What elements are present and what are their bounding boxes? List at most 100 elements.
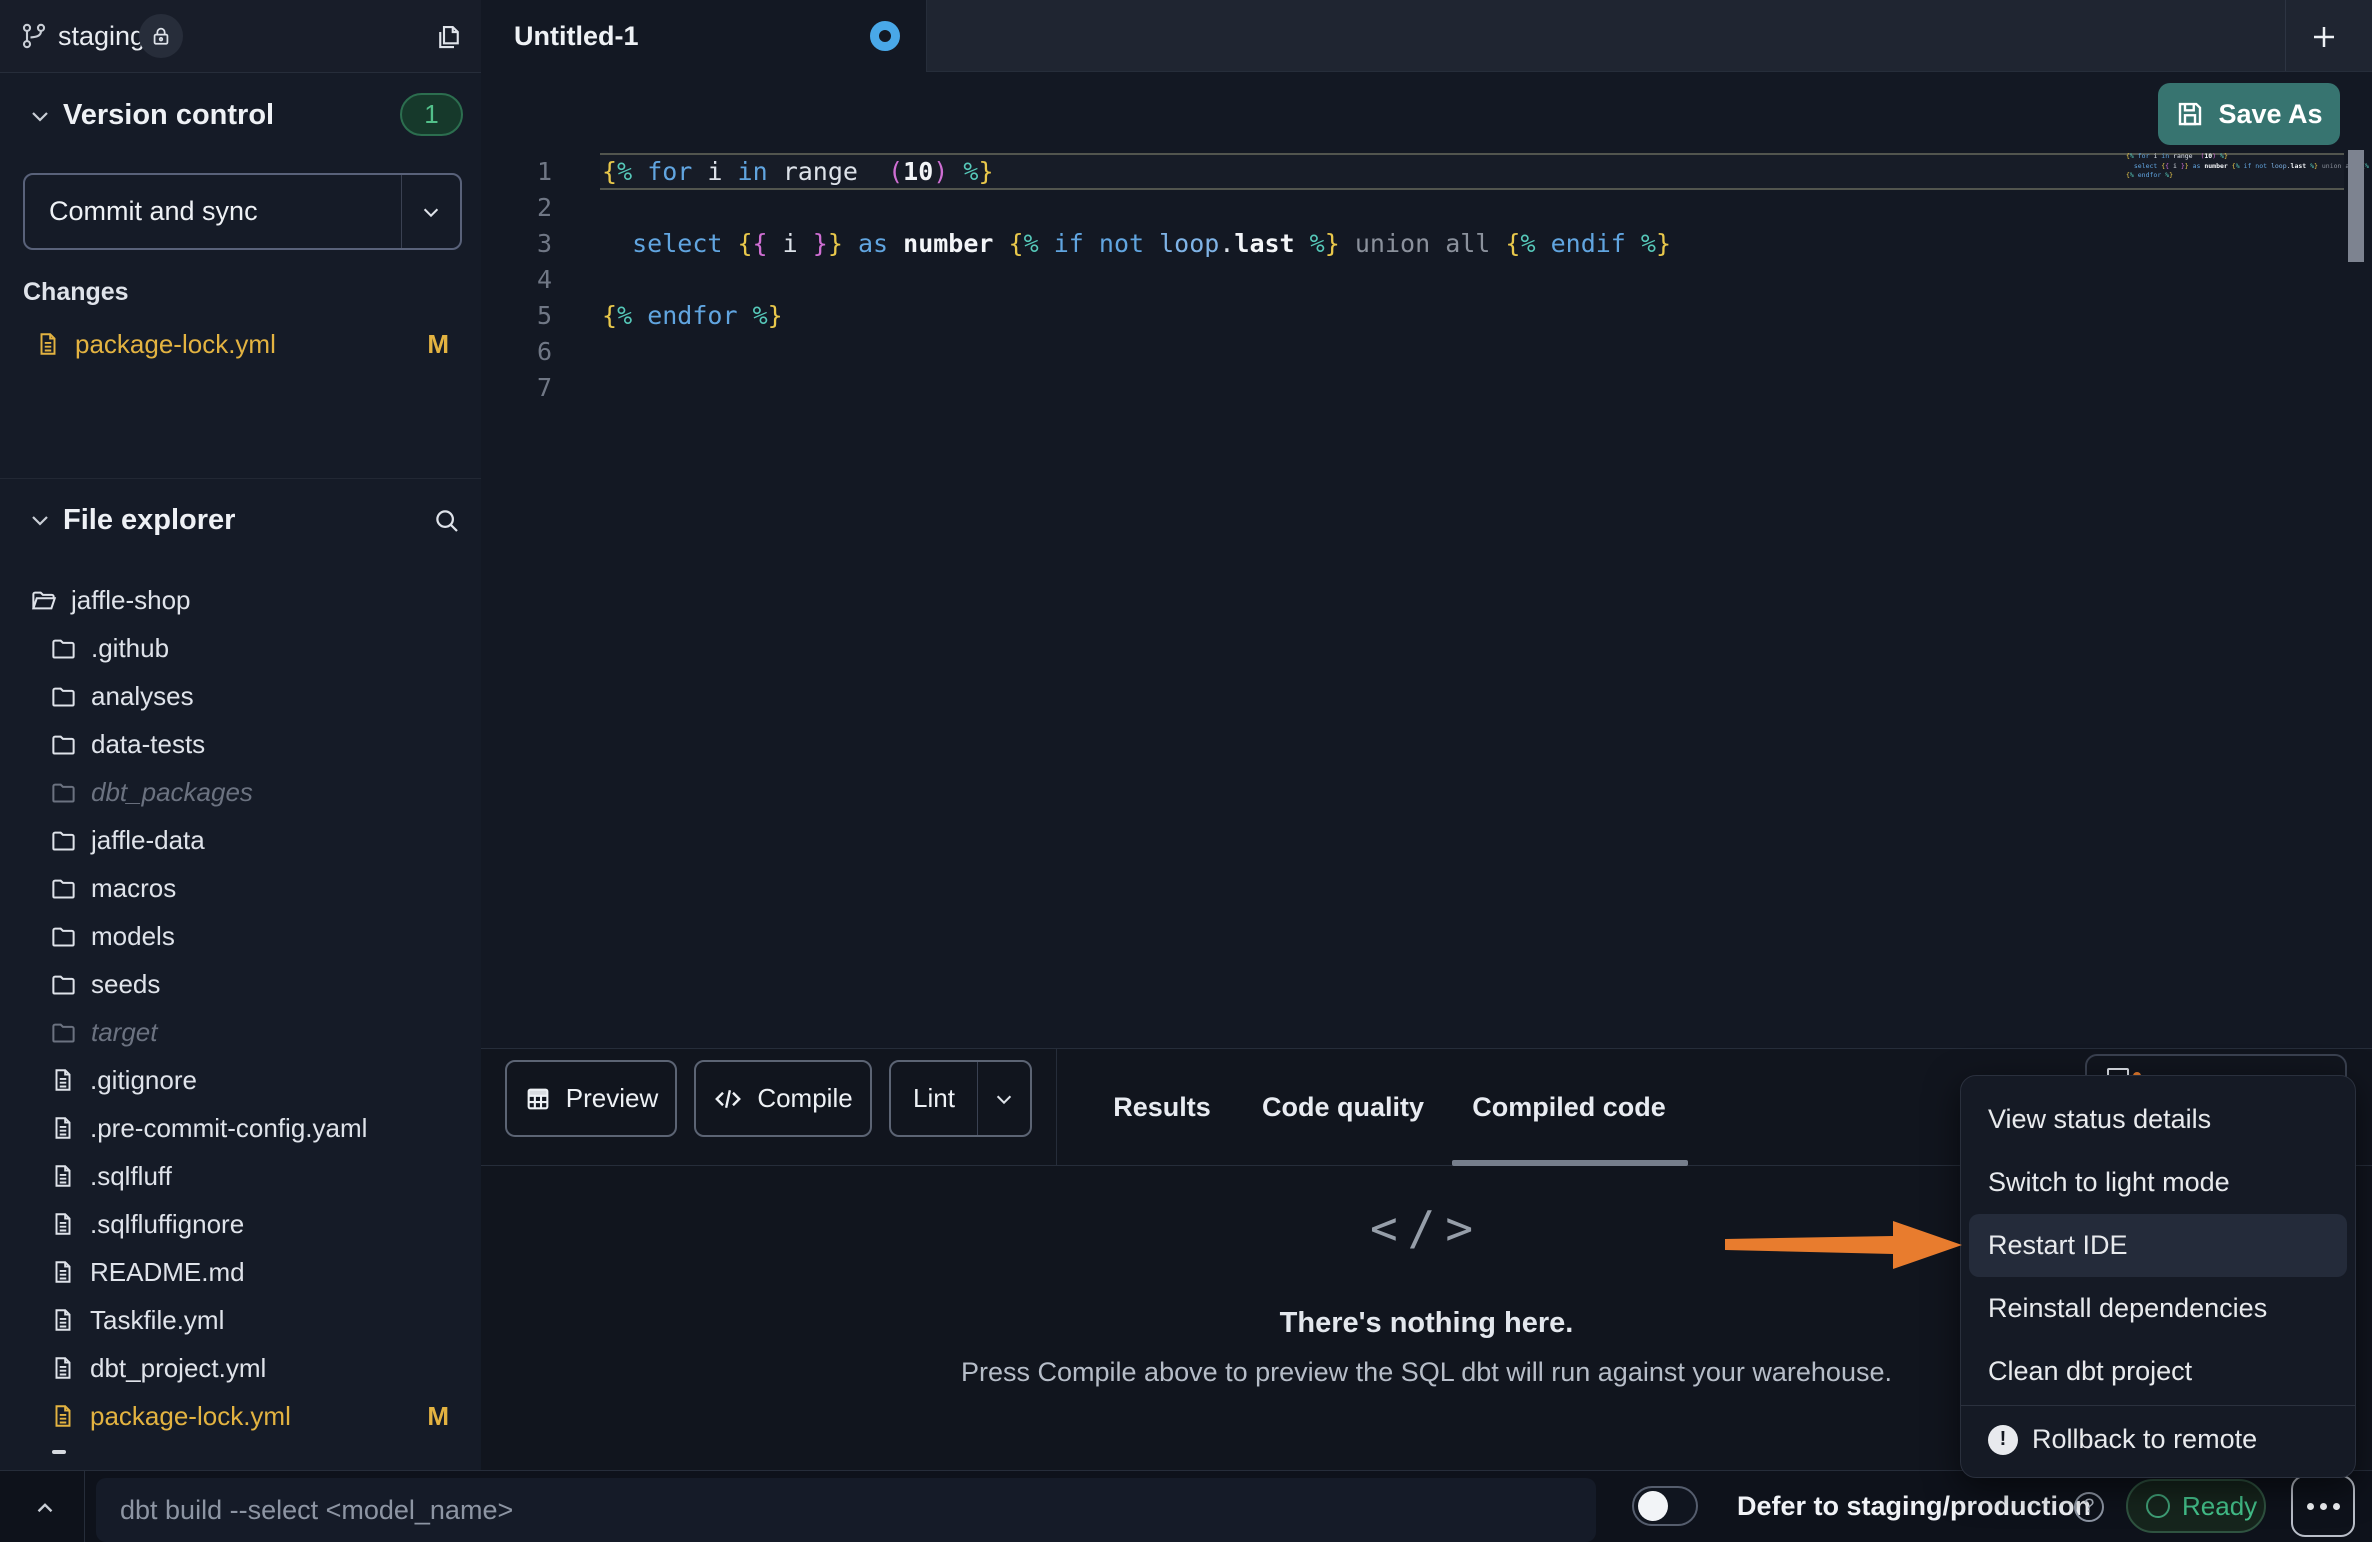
code-editor[interactable]: Save As 1 {% for i in range (10) %} 2 3 sel… <box>481 72 2372 1048</box>
ide-options-menu: View status detailsSwitch to light modeR… <box>1960 1075 2356 1478</box>
tree-file-Taskfile.yml[interactable]: Taskfile.yml <box>0 1296 481 1344</box>
alert-icon: ! <box>1988 1425 2018 1455</box>
lint-button[interactable]: Lint <box>889 1060 1032 1137</box>
more-options-button[interactable] <box>2291 1475 2355 1537</box>
tree-item-label: target <box>91 1017 158 1048</box>
tree-folder-dbt_packages[interactable]: dbt_packages <box>0 768 481 816</box>
tree-folder-.github[interactable]: .github <box>0 624 481 672</box>
code-line-6[interactable]: 6 <box>481 333 2341 369</box>
tree-item-label: README.md <box>90 1257 245 1288</box>
status-ready-badge[interactable]: Ready <box>2126 1479 2266 1533</box>
code-line-5[interactable]: 5 {% endfor %} <box>481 297 2341 333</box>
tab-untitled-1[interactable]: Untitled-1 <box>481 0 927 72</box>
tabbar-divider <box>2285 0 2286 71</box>
modified-badge: M <box>427 329 449 360</box>
tree-file-dbt_project.yml[interactable]: dbt_project.yml <box>0 1344 481 1392</box>
minimap[interactable]: {% for i in range (10) %} select {{ i }}… <box>2126 152 2344 181</box>
file-icon <box>50 1403 76 1429</box>
menu-item-view-status-details[interactable]: View status details <box>1961 1088 2355 1151</box>
chevron-down-icon[interactable] <box>402 175 460 248</box>
line-number: 6 <box>481 337 552 366</box>
tree-file-.pre-commit-config.yaml[interactable]: .pre-commit-config.yaml <box>0 1104 481 1152</box>
code-line-2[interactable]: 2 <box>481 189 2341 225</box>
menu-item-reinstall-dependencies[interactable]: Reinstall dependencies <box>1961 1277 2355 1340</box>
tree-folder-analyses[interactable]: analyses <box>0 672 481 720</box>
tree-file-package-lock.yml[interactable]: package-lock.ymlM <box>0 1392 481 1440</box>
ready-circle-icon <box>2146 1494 2170 1518</box>
panel-tab-compiled-code[interactable]: Compiled code <box>1472 1049 1666 1165</box>
save-as-button[interactable]: Save As <box>2158 83 2340 145</box>
tree-item-label: macros <box>91 873 176 904</box>
folder-icon <box>50 1019 77 1046</box>
tree-folder-jaffle-data[interactable]: jaffle-data <box>0 816 481 864</box>
code-line-1[interactable]: 1 {% for i in range (10) %} <box>481 153 2341 189</box>
chevron-down-icon[interactable] <box>978 1062 1030 1135</box>
tree-folder-macros[interactable]: macros <box>0 864 481 912</box>
defer-toggle[interactable] <box>1632 1486 1698 1526</box>
tree-file-.sqlfluffignore[interactable]: .sqlfluffignore <box>0 1200 481 1248</box>
tree-item-label: dbt_project.yml <box>90 1353 266 1384</box>
line-number: 5 <box>481 301 552 330</box>
tree-file-.gitignore[interactable]: .gitignore <box>0 1056 481 1104</box>
line-number: 2 <box>481 193 552 222</box>
section-divider <box>0 478 481 479</box>
chevron-up-icon[interactable] <box>30 1493 60 1523</box>
compile-button[interactable]: Compile <box>694 1060 872 1137</box>
unsaved-dot-icon[interactable] <box>870 21 900 51</box>
search-icon[interactable] <box>428 502 466 540</box>
lint-label: Lint <box>891 1083 977 1114</box>
folder-icon <box>50 731 77 758</box>
code-line-4[interactable]: 4 <box>481 261 2341 297</box>
tree-folder-seeds[interactable]: seeds <box>0 960 481 1008</box>
panel-tab-code-quality[interactable]: Code quality <box>1262 1049 1424 1165</box>
tree-item-label: package-lock.yml <box>90 1401 291 1432</box>
menu-item-restart-ide[interactable]: Restart IDE <box>1969 1214 2347 1277</box>
tree-item-label: .github <box>91 633 169 664</box>
tree-item-label: jaffle-data <box>91 825 205 856</box>
new-tab-button[interactable] <box>2303 16 2345 58</box>
commit-and-sync-button[interactable]: Commit and sync <box>23 173 462 250</box>
menu-item-rollback-to-remote[interactable]: ! Rollback to remote <box>1961 1408 2355 1471</box>
line-number: 7 <box>481 373 552 402</box>
tree-item-label: Taskfile.yml <box>90 1305 224 1336</box>
file-explorer-header[interactable]: File explorer <box>0 490 481 550</box>
code-line-7[interactable]: 7 <box>481 369 2341 405</box>
branch-lock-icon <box>139 14 183 58</box>
command-placeholder: dbt build --select <model_name> <box>96 1495 513 1526</box>
code-line-3[interactable]: 3 select {{ i }} as number {% if not loo… <box>481 225 2341 261</box>
line-number: 1 <box>481 157 552 186</box>
changed-file-row[interactable]: package-lock.yml M <box>0 320 481 368</box>
copy-icon[interactable] <box>430 18 468 56</box>
menu-item-switch-to-light-mode[interactable]: Switch to light mode <box>1961 1151 2355 1214</box>
minimap-line: {% endfor %} <box>2126 171 2344 181</box>
branch-name[interactable]: staging <box>58 0 145 72</box>
menu-item-clean-dbt-project[interactable]: Clean dbt project <box>1961 1340 2355 1403</box>
preview-button[interactable]: Preview <box>505 1060 677 1137</box>
tree-folder-target[interactable]: target <box>0 1008 481 1056</box>
tree-folder-models[interactable]: models <box>0 912 481 960</box>
help-icon[interactable]: ? <box>2074 1492 2104 1522</box>
line-number: 3 <box>481 229 552 258</box>
code-text: {% endfor %} <box>602 301 783 330</box>
tree-item-label: models <box>91 921 175 952</box>
command-input[interactable]: dbt build --select <model_name> <box>96 1478 1596 1542</box>
save-icon <box>2175 99 2205 129</box>
minimap-line: {% for i in range (10) %} <box>2126 152 2344 162</box>
version-control-header[interactable]: Version control 1 <box>0 80 481 150</box>
line-number: 4 <box>481 265 552 294</box>
panel-tab-results[interactable]: Results <box>1113 1049 1211 1165</box>
tree-file-README.md[interactable]: README.md <box>0 1248 481 1296</box>
file-icon <box>50 1307 76 1333</box>
annotation-arrow <box>1725 1219 1965 1273</box>
tree-item-label: jaffle-shop <box>71 585 191 616</box>
tree-folder-jaffle-shop[interactable]: jaffle-shop <box>0 576 481 624</box>
chevron-down-icon <box>28 508 52 532</box>
folder-icon <box>50 923 77 950</box>
editor-tab-bar: Untitled-1 <box>481 0 2372 72</box>
menu-divider <box>1961 1405 2355 1406</box>
tree-item-label: .sqlfluff <box>90 1161 172 1192</box>
tree-file-.sqlfluff[interactable]: .sqlfluff <box>0 1152 481 1200</box>
menu-item-label: Rollback to remote <box>2032 1424 2257 1455</box>
scrollbar-thumb[interactable] <box>2348 150 2364 262</box>
tree-folder-data-tests[interactable]: data-tests <box>0 720 481 768</box>
